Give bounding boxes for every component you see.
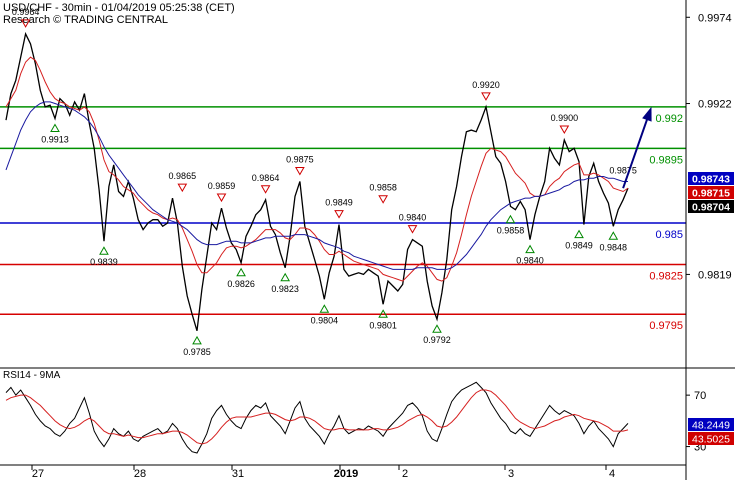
marker-label: 0.9823 (271, 284, 299, 294)
marker-label: 0.9864 (252, 173, 280, 183)
marker-low (432, 324, 442, 333)
rsi-tag-label: 43.5025 (692, 434, 730, 446)
marker-label: 0.9964 (12, 7, 40, 17)
level-label: 0.9795 (649, 320, 683, 332)
marker-low (319, 304, 330, 313)
marker-high (378, 195, 388, 204)
x-tick-label: 2 (402, 468, 408, 480)
projection-arrowhead (642, 106, 652, 122)
marker-label: 0.9920 (472, 80, 500, 90)
marker-label: 0.9849 (325, 198, 353, 208)
marker-label: 0.9858 (369, 183, 397, 193)
usdchf-chart: 0.992 0.9895 0.985 0.9825 0.9795 0.9964 0.9913… (0, 0, 735, 480)
marker-high (20, 19, 31, 28)
marker-high (216, 193, 227, 203)
marker-label: 0.9801 (369, 320, 397, 330)
marker-high (334, 210, 344, 219)
series-rsi_ma (5, 389, 629, 445)
price-tag-label: 0.98743 (692, 174, 730, 186)
marker-label: 0.9865 (169, 171, 197, 181)
marker-label: 0.9913 (41, 134, 69, 144)
rsi-y-tick-label: 70 (694, 390, 706, 402)
price-panel: 0.992 0.9895 0.985 0.9825 0.9795 0.9964 0.9913… (0, 7, 686, 357)
marker-high (407, 225, 418, 234)
price-tag-label: 0.98704 (692, 202, 730, 214)
rsi-tag-label: 48.2449 (692, 420, 730, 432)
marker-low (236, 267, 246, 277)
marker-low (574, 229, 584, 239)
marker-high (294, 167, 305, 176)
y-tick-label: 0.9819 (698, 269, 732, 281)
marker-low (280, 272, 291, 282)
marker-label: 0.9859 (208, 181, 236, 191)
marker-label: 0.9875 (609, 166, 637, 176)
marker-label: 0.9826 (227, 279, 255, 289)
marker-high (481, 92, 491, 101)
series-price (5, 31, 629, 331)
marker-label: 0.9858 (497, 226, 525, 236)
marker-label: 0.9849 (565, 241, 593, 251)
marker-low (50, 123, 60, 132)
x-tick-label: 28 (134, 468, 146, 480)
y-tick-label: 0.9922 (698, 99, 732, 111)
marker-low (505, 214, 516, 224)
rsi-panel: RSI14 - 9MA (3, 370, 629, 454)
x-tick-label: 2019 (334, 468, 358, 480)
marker-label: 0.9792 (423, 335, 451, 345)
marker-label: 0.9804 (311, 315, 339, 325)
marker-low (608, 231, 619, 240)
marker-high (559, 125, 570, 135)
series-ma_slow (5, 101, 628, 270)
level-label: 0.992 (655, 113, 683, 125)
x-tick-label: 4 (609, 468, 615, 480)
y-tick-label: 0.9974 (698, 12, 732, 24)
marker-label: 0.9785 (183, 347, 211, 357)
x-tick-label: 27 (32, 468, 44, 480)
axes: 0.99740.99220.98190.987430.987150.987047… (0, 0, 735, 480)
marker-high (260, 185, 271, 194)
marker-high (177, 183, 188, 193)
marker-label: 0.9900 (551, 113, 579, 123)
marker-label: 0.9840 (399, 213, 427, 223)
series-ma_fast (5, 56, 629, 282)
x-tick-label: 31 (232, 468, 244, 480)
series-rsi (5, 381, 629, 454)
marker-low (192, 335, 202, 345)
marker-label: 0.9839 (90, 257, 118, 267)
level-label: 0.9895 (649, 154, 683, 166)
marker-low (99, 246, 109, 255)
marker-label: 0.9848 (600, 242, 628, 252)
marker-label: 0.9840 (516, 256, 544, 266)
level-label: 0.9825 (649, 270, 683, 282)
rsi-title: RSI14 - 9MA (3, 370, 61, 381)
x-tick-label: 3 (508, 468, 514, 480)
marker-low (525, 244, 535, 254)
marker-label: 0.9875 (286, 155, 314, 165)
level-label: 0.985 (655, 229, 683, 241)
price-tag-label: 0.98715 (692, 188, 730, 200)
